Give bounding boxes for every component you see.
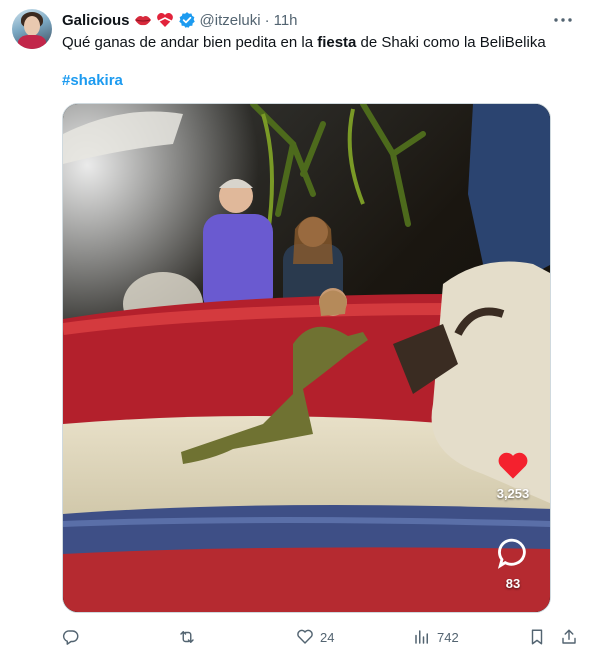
tweet-text-bold: fiesta bbox=[317, 34, 357, 51]
tweet-text-before: Qué ganas de andar bien pedita en la bbox=[62, 34, 318, 51]
heart-ribbon-emoji-icon bbox=[156, 12, 174, 28]
more-options-icon[interactable] bbox=[553, 10, 573, 30]
repost-icon bbox=[180, 631, 194, 643]
separator-dot: · bbox=[264, 11, 270, 29]
verified-badge-icon[interactable] bbox=[178, 11, 196, 29]
video-comment-overlay[interactable]: 83 bbox=[493, 536, 533, 591]
author-handle[interactable]: @itzeluki bbox=[200, 12, 261, 29]
reply-icon bbox=[62, 630, 79, 645]
video-comment-count: 83 bbox=[505, 576, 521, 591]
share-button[interactable] bbox=[560, 624, 578, 650]
hashtag-link[interactable]: #shakira bbox=[62, 71, 123, 91]
video-like-count: 3,253 bbox=[496, 486, 530, 501]
like-button[interactable]: 24 bbox=[296, 624, 334, 650]
video-media[interactable]: 3,253 83 bbox=[62, 103, 551, 613]
tweet-header: Galicious @itzeluki · 11h bbox=[62, 10, 298, 30]
bookmark-icon bbox=[531, 629, 543, 645]
tweet-text-after: de Shaki como la BeliBelika bbox=[356, 34, 546, 51]
tweet-text: Qué ganas de andar bien pedita en la fie… bbox=[62, 33, 546, 53]
video-like-overlay[interactable]: 3,253 bbox=[493, 450, 533, 501]
heart-outline-icon bbox=[297, 629, 313, 644]
views-chart-icon bbox=[415, 630, 428, 644]
share-icon bbox=[562, 629, 576, 644]
comment-bubble-icon bbox=[497, 538, 526, 569]
reply-button[interactable] bbox=[62, 624, 86, 650]
like-count: 24 bbox=[320, 629, 335, 645]
views-button[interactable]: 742 bbox=[413, 624, 459, 650]
view-count: 742 bbox=[437, 629, 459, 645]
tweet-time[interactable]: 11h bbox=[274, 12, 298, 29]
heart-filled-icon bbox=[498, 452, 528, 479]
repost-button[interactable] bbox=[177, 624, 203, 650]
avatar[interactable] bbox=[12, 9, 52, 49]
tweet-actions: 24 742 bbox=[62, 624, 582, 650]
bookmark-button[interactable] bbox=[528, 624, 546, 650]
author-name[interactable]: Galicious bbox=[62, 12, 130, 29]
lips-emoji-icon bbox=[134, 14, 152, 26]
